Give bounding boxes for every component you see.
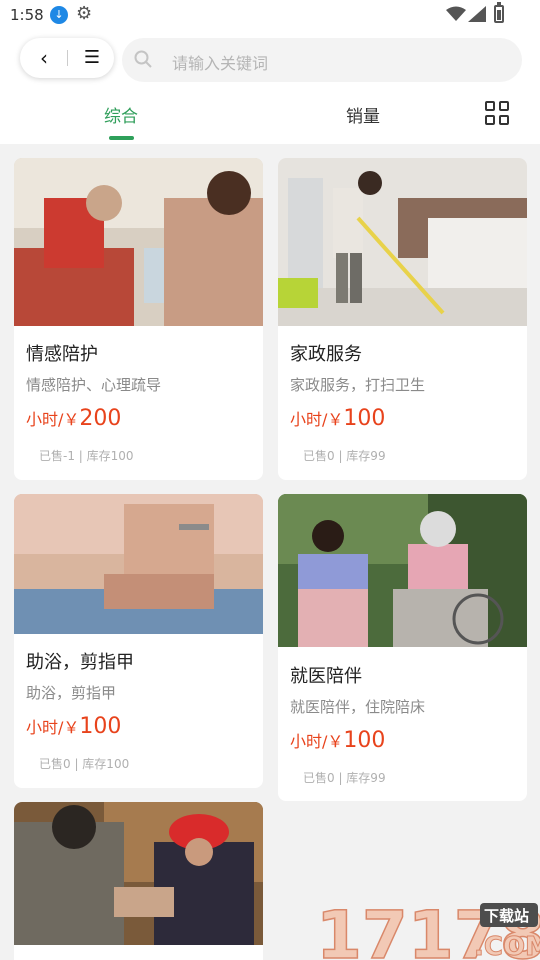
page-header: ‹ ☰ 请输入关键词 综合 销量	[0, 32, 540, 144]
product-image	[278, 494, 527, 647]
product-image	[278, 158, 527, 326]
price-value: 100	[343, 728, 386, 753]
product-title: 就医陪伴	[290, 666, 362, 687]
search-input[interactable]: 请输入关键词	[122, 38, 522, 82]
price-currency: ￥	[327, 732, 344, 751]
product-card[interactable]: 家政服务 家政服务，打扫卫生 小时/￥100 已售0 | 库存99	[278, 158, 527, 480]
product-price: 小时/￥100	[26, 714, 121, 739]
product-card[interactable]: 情感陪护 情感陪护、心理疏导 小时/￥200 已售-1 | 库存100	[14, 158, 263, 480]
status-time: 1:58	[10, 6, 44, 24]
product-title: 助浴，剪指甲	[26, 652, 134, 673]
product-image	[14, 494, 263, 634]
product-meta: 已售0 | 库存99	[303, 449, 386, 463]
status-bar: 1:58 ↓ ⚙	[0, 0, 540, 32]
product-image	[14, 802, 263, 945]
product-meta: 已售0 | 库存100	[39, 757, 130, 771]
product-meta: 已售0 | 库存99	[303, 771, 386, 785]
price-unit: 小时/	[290, 732, 328, 751]
wifi-icon	[446, 6, 466, 21]
product-subtitle: 情感陪护、心理疏导	[26, 376, 162, 394]
price-unit: 小时/	[26, 718, 64, 737]
settings-icon: ⚙	[76, 3, 93, 24]
price-value: 200	[79, 406, 122, 431]
watermark-domain: .COM	[474, 932, 540, 960]
product-price: 小时/￥200	[26, 406, 121, 431]
product-card[interactable]: 就医陪伴 就医陪伴，住院陪床 小时/￥100 已售0 | 库存99	[278, 494, 527, 801]
product-price: 小时/￥100	[290, 406, 385, 431]
menu-icon[interactable]: ☰	[80, 46, 104, 70]
tab-sales[interactable]: 销量	[346, 102, 380, 127]
product-price: 小时/￥100	[290, 728, 385, 753]
product-title: 家政服务	[290, 344, 362, 365]
price-unit: 小时/	[290, 410, 328, 429]
product-subtitle: 就医陪伴，住院陪床	[290, 698, 426, 716]
price-currency: ￥	[63, 718, 80, 737]
price-currency: ￥	[327, 410, 344, 429]
product-meta: 已售-1 | 库存100	[39, 449, 134, 463]
product-title: 情感陪护	[26, 344, 98, 365]
price-value: 100	[79, 714, 122, 739]
search-icon	[134, 50, 152, 68]
product-subtitle: 助浴，剪指甲	[26, 684, 117, 702]
price-unit: 小时/	[26, 410, 64, 429]
capsule-divider	[67, 50, 68, 66]
product-subtitle: 家政服务，打扫卫生	[290, 376, 426, 394]
back-icon[interactable]: ‹	[32, 46, 56, 70]
product-card[interactable]: 助浴，剪指甲 助浴，剪指甲 小时/￥100 已售0 | 库存100	[14, 494, 263, 788]
product-card[interactable]	[14, 802, 263, 960]
price-value: 100	[343, 406, 386, 431]
nav-capsule: ‹ ☰	[20, 38, 114, 78]
price-currency: ￥	[63, 410, 80, 429]
grid-layout-icon[interactable]	[485, 101, 511, 127]
tab-comprehensive[interactable]: 综合	[104, 102, 138, 127]
search-placeholder: 请输入关键词	[172, 54, 269, 73]
product-image	[14, 158, 263, 326]
signal-icon	[468, 6, 486, 22]
watermark-logo: 17178 下载站 .COM	[316, 900, 540, 960]
download-icon: ↓	[50, 6, 68, 24]
battery-icon	[494, 2, 504, 23]
watermark-badge: 下载站	[484, 907, 529, 925]
tab-active-indicator	[109, 136, 134, 140]
